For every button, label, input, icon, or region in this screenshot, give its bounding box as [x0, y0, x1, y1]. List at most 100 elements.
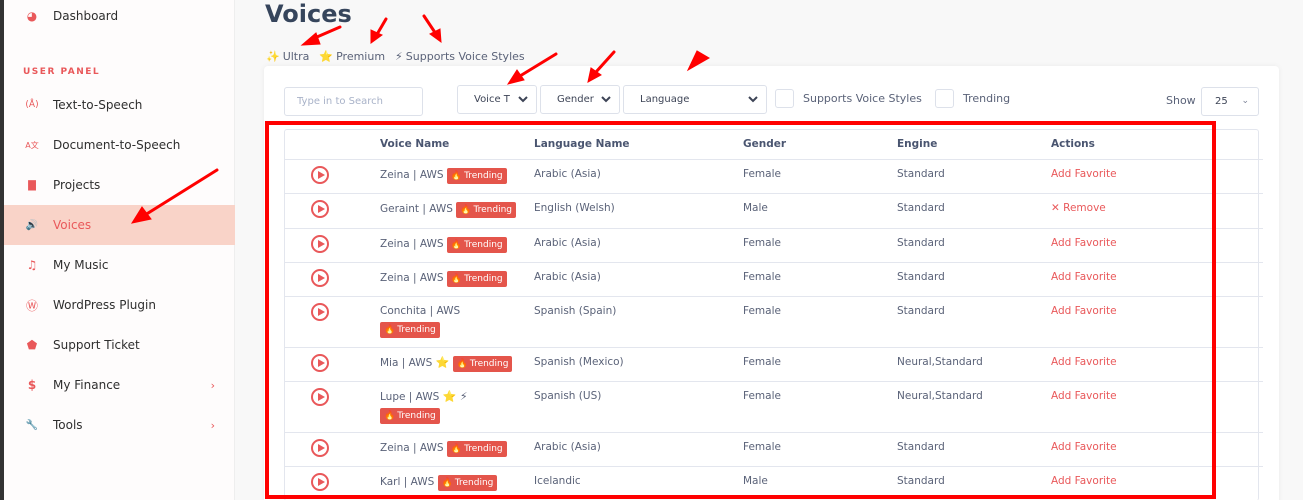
voice-name: Conchita | AWS [380, 304, 461, 317]
gender-cell: Male [743, 466, 897, 500]
add-favorite-link[interactable]: Add Favorite [1051, 271, 1117, 283]
actions-cell: Add Favorite [1051, 159, 1263, 194]
voice-name-cell: Zeina | AWS 🔥 Trending [380, 262, 534, 297]
actions-cell: Add Favorite [1051, 466, 1263, 500]
actions-cell: Add Favorite [1051, 296, 1263, 348]
remove-favorite-link[interactable]: ✕ Remove [1051, 202, 1106, 214]
language-cell: English (Welsh) [534, 193, 743, 229]
add-favorite-link[interactable]: Add Favorite [1051, 390, 1117, 402]
table-row: Zeina | AWS 🔥 Trending Arabic (Asia) Female… [285, 228, 1263, 263]
section-label-user-panel: USER PANEL [23, 67, 101, 77]
table-row: Geraint | AWS 🔥 Trending English (Welsh) Ma… [285, 193, 1263, 229]
sidebar-item-voices[interactable]: 🔊 Voices [4, 205, 235, 245]
gender-cell: Female [743, 347, 897, 382]
play-icon[interactable] [311, 234, 329, 253]
add-favorite-link[interactable]: Add Favorite [1051, 475, 1117, 487]
fire-icon: 🔥 [384, 410, 396, 421]
header-engine[interactable]: Engine [897, 130, 1051, 160]
sidebar-item-text-to-speech[interactable]: (Å) Text-to-Speech [4, 85, 235, 125]
voice-name-cell: Zeina | AWS 🔥 Trending [380, 432, 534, 467]
play-cell [285, 262, 380, 297]
table-header-row: Voice Name Language Name Gender Engine A… [285, 130, 1263, 160]
language-cell: Arabic (Asia) [534, 262, 743, 297]
play-icon[interactable] [311, 387, 329, 406]
play-icon[interactable] [311, 353, 329, 372]
header-language-name[interactable]: Language Name [534, 130, 743, 160]
sidebar-item-projects[interactable]: ▇ Projects [4, 165, 235, 205]
sidebar-item-document-to-speech[interactable]: A文 Document-to-Speech [4, 125, 235, 165]
play-cell [285, 159, 380, 194]
search-input[interactable] [284, 87, 423, 116]
sidebar-item-wordpress-plugin[interactable]: Ⓦ WordPress Plugin [4, 285, 235, 325]
voice-name: Geraint | AWS [380, 202, 453, 215]
add-favorite-link[interactable]: Add Favorite [1051, 237, 1117, 249]
trending-badge: 🔥 Trending [380, 407, 440, 424]
play-icon[interactable] [311, 199, 329, 218]
wrench-icon: 🔧 [25, 419, 39, 431]
add-favorite-link[interactable]: Add Favorite [1051, 356, 1117, 368]
table-row: Zeina | AWS 🔥 Trending Arabic (Asia) Female… [285, 432, 1263, 467]
legend-ultra: ✨ Ultra [266, 50, 309, 63]
add-favorite-link[interactable]: Add Favorite [1051, 305, 1117, 317]
engine-cell: Standard [897, 193, 1051, 229]
select-value: 25 [1215, 96, 1228, 107]
play-cell [285, 228, 380, 263]
play-icon[interactable] [311, 472, 329, 491]
legend-label: Supports Voice Styles [405, 50, 525, 63]
fire-icon: 🔥 [460, 204, 472, 215]
play-icon[interactable] [311, 438, 329, 457]
fire-icon: 🔥 [384, 324, 396, 335]
voice-tier-icons: ⭐ [435, 355, 450, 369]
trending-badge-label: Trending [464, 170, 503, 181]
play-icon[interactable] [311, 165, 329, 184]
language-cell: Spanish (US) [534, 381, 743, 433]
table-row: Lupe | AWS ⭐ ⚡ 🔥 Trending Spanish (US) Fema… [285, 381, 1263, 433]
header-voice-name[interactable]: Voice Name [380, 130, 534, 160]
sidebar-item-support-ticket[interactable]: ⬟ Support Ticket [4, 325, 235, 365]
add-favorite-link[interactable]: Add Favorite [1051, 168, 1117, 180]
gender-cell: Female [743, 228, 897, 263]
star-icon: ⭐ [319, 50, 334, 63]
voices-table: Voice Name Language Name Gender Engine A… [284, 129, 1263, 500]
legend-label: Ultra [282, 50, 310, 63]
header-gender[interactable]: Gender [743, 130, 897, 160]
add-favorite-link[interactable]: Add Favorite [1051, 441, 1117, 453]
sidebar-item-label: Projects [53, 178, 101, 192]
trending-badge-label: Trending [397, 324, 436, 335]
language-cell: Icelandic [534, 466, 743, 500]
speaker-icon: 🔊 [25, 219, 39, 231]
actions-cell: Add Favorite [1051, 347, 1263, 382]
sidebar-item-label: WordPress Plugin [53, 298, 156, 312]
chevron-down-icon: ⌄ [1241, 96, 1249, 106]
voice-name: Zeina | AWS [380, 271, 444, 284]
play-cell [285, 381, 380, 433]
fire-icon: 🔥 [450, 239, 463, 250]
page-size-select[interactable]: 25 ⌄ [1201, 87, 1259, 116]
language-cell: Arabic (Asia) [534, 228, 743, 263]
legend-label: Premium [336, 50, 386, 63]
voice-name-cell: Zeina | AWS 🔥 Trending [380, 159, 534, 194]
annotation-arrow-voice-styles [422, 14, 442, 44]
voice-type-select[interactable]: Voice T [457, 85, 537, 114]
trending-badge: 🔥 Trending [446, 167, 507, 184]
sidebar-item-label: Voices [53, 218, 92, 232]
trending-checkbox[interactable] [935, 89, 954, 108]
fire-icon: 🔥 [450, 170, 463, 181]
sidebar-item-tools[interactable]: 🔧 Tools › [4, 405, 235, 445]
sidebar-item-my-music[interactable]: ♫ My Music [4, 245, 235, 285]
supports-voice-styles-checkbox[interactable] [775, 89, 794, 108]
trending-badge: 🔥 Trending [446, 440, 507, 457]
trending-badge: 🔥 Trending [446, 236, 507, 253]
sidebar-item-label: Document-to-Speech [53, 138, 181, 152]
trending-badge: 🔥 Trending [380, 321, 440, 338]
engine-cell: Standard [897, 228, 1051, 263]
sidebar-item-my-finance[interactable]: $ My Finance › [4, 365, 235, 405]
play-icon[interactable] [311, 302, 329, 321]
gender-select[interactable]: Gender [540, 85, 620, 114]
chevron-down-icon [516, 96, 530, 103]
voice-tier-icons: ⭐ ⚡ [442, 389, 468, 403]
language-select[interactable]: Language [623, 85, 767, 114]
play-icon[interactable] [311, 268, 329, 287]
sidebar-item-dashboard[interactable]: ◕ Dashboard [4, 0, 235, 36]
chevron-right-icon: › [210, 378, 215, 392]
